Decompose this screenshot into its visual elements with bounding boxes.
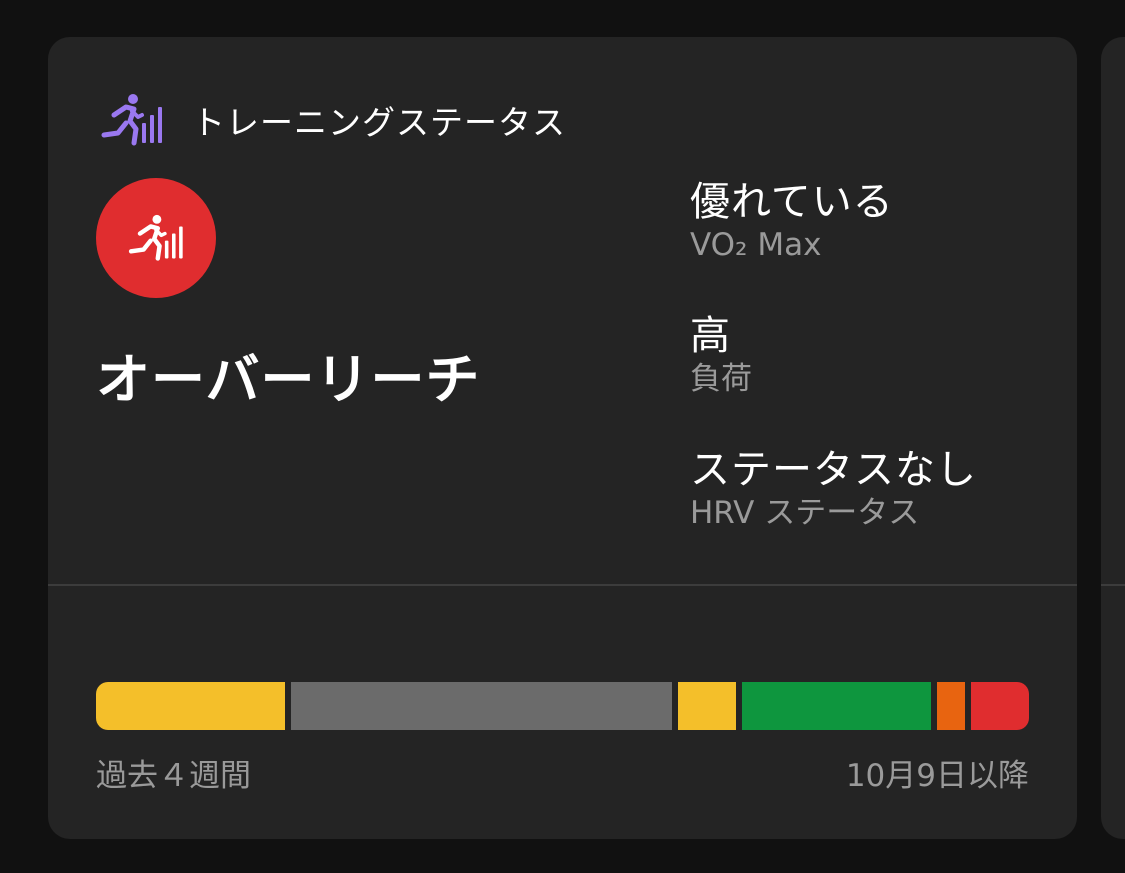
metric-value: 高: [690, 313, 731, 359]
metric-label: 負荷: [690, 361, 752, 397]
timeline-start-caption: 過去４週間: [96, 758, 251, 794]
metric-value: ステータスなし: [690, 447, 977, 493]
status-segment-red: [971, 682, 1029, 730]
status-segment-yellow: [678, 682, 736, 730]
divider: [1101, 584, 1125, 586]
metric-value: 優れている: [690, 179, 894, 225]
status-segment-yellow: [96, 682, 285, 730]
status-badge: [96, 178, 216, 298]
metric-label: VO₂ Max: [690, 227, 822, 263]
metric-vo2max: 優れている VO₂ Max: [690, 178, 894, 264]
metric-load: 高 負荷: [690, 312, 752, 398]
training-status-value: オーバーリーチ: [96, 348, 481, 411]
training-status-card[interactable]: トレーニングステータス オーバーリーチ 優れている VO₂ Max 高 負荷 ス…: [48, 37, 1077, 839]
training-status-icon: [128, 214, 183, 261]
training-status-icon: [101, 94, 162, 146]
status-history-bar: [96, 682, 1029, 730]
card-header: トレーニングステータス: [100, 93, 566, 147]
divider: [48, 584, 1077, 586]
timeline-end-caption: 10月9日以降: [845, 758, 1029, 794]
status-segment-gray: [291, 682, 672, 730]
metric-hrv-status: ステータスなし HRV ステータス: [690, 446, 977, 532]
card-title: トレーニングステータス: [192, 103, 566, 142]
metric-label: HRV ステータス: [690, 495, 920, 531]
status-segment-orange: [937, 682, 965, 730]
next-card-peek[interactable]: [1101, 37, 1125, 839]
status-segment-green: [742, 682, 931, 730]
